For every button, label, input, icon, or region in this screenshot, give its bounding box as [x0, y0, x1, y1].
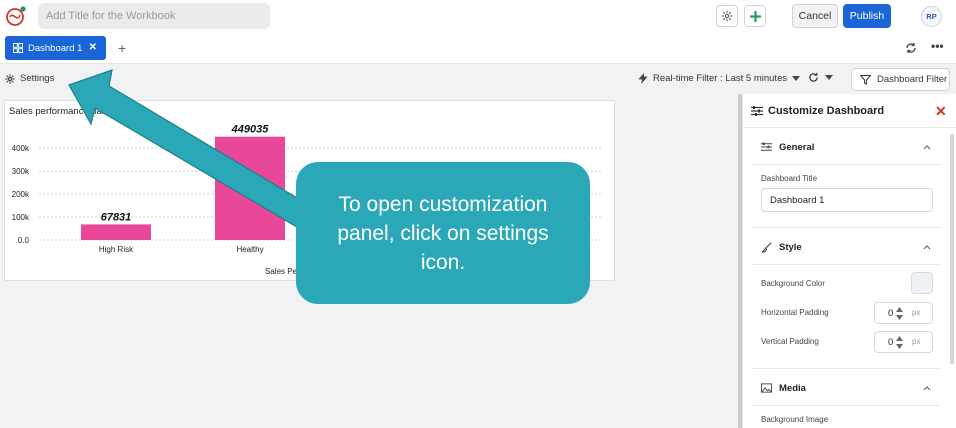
- realtime-filter-dropdown[interactable]: Real-time Filter : Last 5 minutes: [638, 73, 805, 84]
- dashboard-icon: [13, 43, 23, 53]
- settings-button[interactable]: Settings: [5, 73, 54, 84]
- section-media-label: Media: [779, 382, 806, 394]
- divider: [751, 264, 941, 265]
- realtime-filter-label: Real-time Filter : Last 5 minutes: [653, 73, 788, 84]
- data-label: 67831: [101, 211, 132, 223]
- settings-label: Settings: [20, 73, 55, 84]
- background-color-label: Background Color: [761, 279, 826, 288]
- section-general[interactable]: General: [743, 131, 943, 163]
- tab-bar: Dashboard 1 ✕ + •••: [0, 34, 956, 64]
- publish-button[interactable]: Publish: [843, 4, 891, 28]
- refresh-interval-dropdown[interactable]: [808, 72, 833, 83]
- y-tick-label: 100k: [12, 213, 30, 222]
- sliders-icon: [751, 105, 763, 116]
- sliders-icon: [761, 142, 772, 151]
- dashboard-filter-label: Dashboard Filter: [877, 74, 948, 85]
- image-icon: [761, 383, 772, 393]
- settings-button[interactable]: [716, 5, 738, 27]
- top-bar: Cancel Publish RP: [0, 0, 956, 34]
- section-style[interactable]: Style: [743, 231, 943, 263]
- background-color-picker[interactable]: [911, 272, 933, 294]
- panel-header: Customize Dashboard: [743, 94, 956, 128]
- stepper-icon[interactable]: [896, 307, 903, 320]
- y-tick-label: 400k: [12, 144, 30, 153]
- avatar[interactable]: RP: [921, 6, 942, 27]
- x-tick-label: High Risk: [99, 245, 134, 254]
- customize-panel: Customize Dashboard ✕ General Dashboard …: [742, 94, 956, 428]
- app-logo-icon[interactable]: [5, 5, 27, 27]
- divider: [751, 164, 941, 165]
- more-icon[interactable]: •••: [931, 39, 944, 53]
- chevron-up-icon: [923, 386, 931, 391]
- background-image-label: Background Image: [761, 415, 829, 424]
- close-tab-icon[interactable]: ✕: [89, 42, 97, 53]
- unit-label: px: [912, 337, 921, 346]
- refresh-icon: [809, 72, 818, 82]
- dashboard-title-field[interactable]: Dashboard 1: [761, 188, 933, 212]
- vertical-padding-input[interactable]: 0 px: [874, 331, 933, 353]
- vertical-padding-label: Vertical Padding: [761, 337, 819, 346]
- horizontal-padding-input[interactable]: 0 px: [874, 302, 933, 324]
- panel-scrollbar[interactable]: [950, 134, 954, 364]
- horizontal-padding-label: Horizontal Padding: [761, 308, 829, 317]
- section-style-label: Style: [779, 241, 802, 253]
- unit-label: px: [912, 308, 921, 317]
- section-media[interactable]: Media: [743, 372, 943, 404]
- x-tick-label: Healthy: [236, 245, 263, 254]
- gear-icon: [721, 10, 733, 22]
- add-button[interactable]: [744, 5, 766, 27]
- stepper-icon[interactable]: [896, 336, 903, 349]
- close-icon[interactable]: ✕: [935, 103, 947, 120]
- bar-healthy: [215, 136, 285, 240]
- brush-icon: [761, 242, 772, 253]
- data-label: 449035: [231, 124, 270, 136]
- tutorial-callout: To open customization panel, click on se…: [296, 162, 590, 304]
- cancel-button[interactable]: Cancel: [792, 4, 838, 28]
- workbook-title-input[interactable]: [38, 3, 270, 29]
- panel-title: Customize Dashboard: [768, 104, 885, 117]
- y-tick-label: 0.0: [18, 236, 30, 245]
- toolbar: Settings Real-time Filter : Last 5 minut…: [0, 64, 956, 94]
- chevron-up-icon: [923, 245, 931, 250]
- divider: [751, 227, 941, 228]
- gear-icon: [5, 73, 15, 84]
- bar-high-risk: [81, 224, 151, 240]
- add-tab-button[interactable]: +: [118, 40, 126, 56]
- section-general-label: General: [779, 141, 815, 153]
- y-tick-label: 200k: [12, 190, 30, 199]
- caret-down-icon: [825, 74, 833, 80]
- caret-down-icon: [792, 75, 801, 81]
- plus-icon: [749, 10, 761, 22]
- divider: [751, 368, 941, 369]
- y-tick-label: 300k: [12, 167, 30, 176]
- lightning-icon: [638, 73, 648, 84]
- refresh-icon[interactable]: [905, 42, 917, 54]
- tab-dashboard-1[interactable]: Dashboard 1 ✕: [5, 36, 106, 60]
- vertical-padding-value: 0: [888, 337, 894, 348]
- x-axis-label: Sales Pe: [265, 267, 298, 276]
- tab-label: Dashboard 1: [28, 42, 83, 54]
- horizontal-padding-value: 0: [888, 308, 894, 319]
- dashboard-filter-button[interactable]: Dashboard Filter: [851, 68, 950, 91]
- divider: [751, 405, 941, 406]
- dashboard-title-label: Dashboard Title: [761, 174, 818, 183]
- filter-icon: [860, 74, 871, 85]
- chevron-up-icon: [923, 145, 931, 150]
